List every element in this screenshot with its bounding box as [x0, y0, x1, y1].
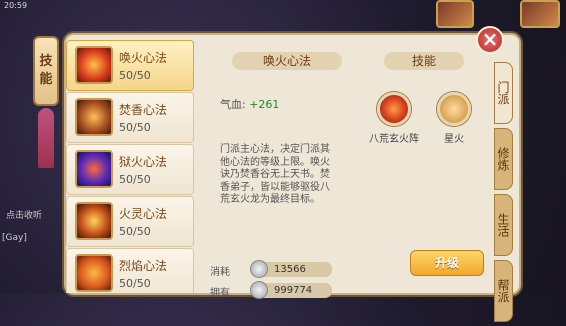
hp-value: +261 [249, 98, 280, 111]
avatar [436, 0, 474, 28]
skill-name: 唤火心法 [119, 51, 168, 65]
close-icon: × [481, 27, 499, 51]
close-button[interactable]: × [476, 26, 504, 54]
fire-icon [75, 46, 113, 84]
list-item-huoling[interactable]: 火灵心法 50/50 [66, 196, 194, 247]
skill-name: 烈焰心法 [119, 259, 168, 273]
lock-icon [437, 92, 471, 126]
skill-slot-label: 八荒玄火阵 [369, 134, 419, 145]
status-bar: 20:59 [0, 0, 120, 12]
skill-slot-label: 星火 [444, 134, 464, 145]
tab-xiulian[interactable]: 修炼 [494, 128, 513, 190]
list-item-huanhuo[interactable]: 唤火心法 50/50 [66, 40, 194, 91]
cost-value: 13566 [274, 264, 306, 275]
skill-list[interactable]: 唤火心法 50/50 焚香心法 50/50 狱火心法 50/50 火灵心法 50… [66, 40, 194, 293]
hp-label: 气血: [220, 98, 246, 111]
skill-hang-tag: 技 能 [33, 36, 59, 106]
skill-name: 焚香心法 [119, 103, 168, 117]
chat-panel[interactable]: 点击收听 [Gay] [0, 205, 60, 293]
tassel-icon [38, 108, 54, 168]
skill-level: 50/50 [119, 225, 151, 238]
tab-menpai[interactable]: 门派 [494, 62, 513, 124]
chat-listen-text: 点击收听 [6, 211, 43, 221]
hang-char: 能 [39, 72, 53, 87]
skill-level: 50/50 [119, 69, 151, 82]
skill-level: 50/50 [119, 277, 151, 290]
skill-description: 门派主心法，决定门派其他心法的等级上限。唤火诀乃焚香谷无上天书。焚香弟子，皆以能… [220, 144, 330, 205]
tab-shenghuo[interactable]: 生活 [494, 194, 513, 256]
skill-slot-bahuang[interactable]: 八荒玄火阵 [364, 92, 424, 145]
skill-level: 50/50 [119, 173, 151, 186]
detail-title: 唤火心法 [232, 52, 342, 70]
owned-value: 999774 [274, 285, 313, 296]
skill-slot-xinghuo[interactable]: 星火 [424, 92, 484, 145]
hp-stat: 气血: +261 [220, 96, 279, 112]
silver-coin-icon [250, 281, 268, 299]
silver-coin-icon [250, 260, 268, 278]
chat-line: [Gay] [2, 233, 27, 243]
spirit-icon [75, 202, 113, 240]
owned-label: 拥有 [210, 288, 230, 299]
tab-bangpai[interactable]: 帮派 [494, 260, 513, 322]
list-item-yuhuo[interactable]: 狱火心法 50/50 [66, 144, 194, 195]
list-item-lieyan[interactable]: 烈焰心法 50/50 [66, 248, 194, 293]
flame-icon [75, 254, 113, 292]
skill-detail: 唤火心法 技能 气血: +261 门派主心法，决定门派其他心法的等级上限。唤火诀… [196, 40, 506, 299]
list-item-fenxiang[interactable]: 焚香心法 50/50 [66, 92, 194, 143]
fire-swirl-icon [377, 92, 411, 126]
status-time: 20:59 [4, 1, 28, 10]
avatar [520, 0, 560, 28]
category-tabs[interactable]: 门派 修炼 生活 帮派 [494, 62, 524, 326]
wave-icon [75, 150, 113, 188]
skill-name: 火灵心法 [119, 207, 168, 221]
skill-name: 狱火心法 [119, 155, 168, 169]
skills-title: 技能 [384, 52, 464, 70]
censer-icon [75, 98, 113, 136]
skill-level: 50/50 [119, 121, 151, 134]
owned-box: 999774 [250, 281, 332, 299]
cost-label: 消耗 [210, 267, 230, 278]
hang-char: 技 [39, 54, 53, 69]
cost-box: 13566 [250, 260, 332, 278]
upgrade-button[interactable]: 升级 [410, 250, 484, 276]
